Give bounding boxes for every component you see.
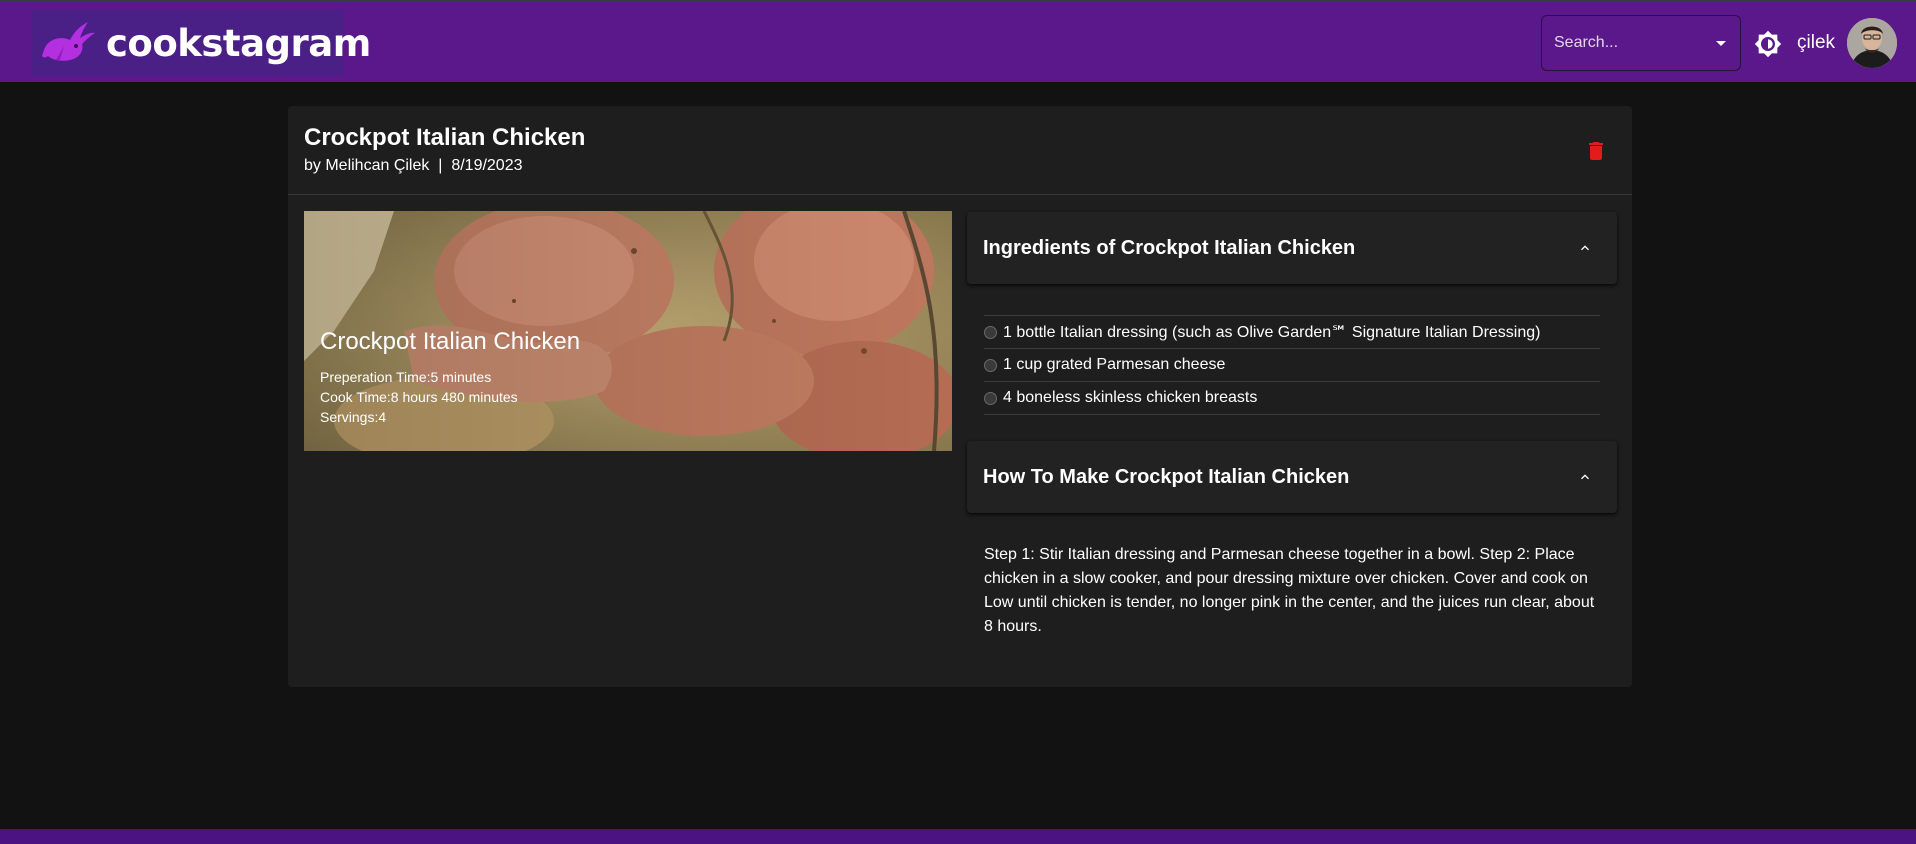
delete-button[interactable]	[1584, 139, 1608, 163]
dropdown-caret-icon[interactable]	[1716, 41, 1726, 46]
brand-name: cookstagram	[106, 22, 371, 65]
howto-heading: How To Make Crockpot Italian Chicken	[983, 466, 1350, 488]
cook-time: Cook Time:8 hours 480 minutes	[320, 389, 518, 405]
brand-logo[interactable]: cookstagram	[32, 10, 371, 76]
recipe-title: Crockpot Italian Chicken	[304, 124, 586, 151]
user-avatar-photo	[1847, 18, 1897, 68]
steps-text: Step 1: Stir Italian dressing and Parmes…	[984, 546, 1595, 635]
ingredient-text: 4 boneless skinless chicken breasts	[1003, 389, 1258, 406]
list-item: 1 cup grated Parmesan cheese	[984, 349, 1600, 382]
search-input[interactable]	[1554, 16, 1704, 70]
chevron-up-icon[interactable]	[1577, 469, 1593, 485]
bullet-icon	[984, 325, 997, 339]
username-label[interactable]: çilek	[1797, 32, 1835, 54]
bullet-icon	[984, 391, 997, 405]
chevron-up-icon[interactable]	[1577, 240, 1593, 256]
howto-accordion-header[interactable]: How To Make Crockpot Italian Chicken	[967, 441, 1617, 513]
ingredients-list: 1 bottle Italian dressing (such as Olive…	[984, 315, 1600, 415]
ingredient-text: 1 bottle Italian dressing (such as Olive…	[1003, 324, 1541, 341]
avatar[interactable]	[1847, 18, 1897, 68]
ingredient-text: 1 cup grated Parmesan cheese	[1003, 356, 1226, 373]
ingredients-heading: Ingredients of Crockpot Italian Chicken	[983, 237, 1356, 259]
footer-bar	[0, 829, 1916, 844]
rabbit-logo-icon	[42, 22, 95, 61]
app-bar: cookstagram çilek	[0, 0, 1916, 82]
bullet-icon	[984, 358, 997, 372]
recipe-subheader: by Melihcan Çilek | 8/19/2023	[304, 157, 523, 174]
ingredients-accordion-header[interactable]: Ingredients of Crockpot Italian Chicken	[967, 212, 1617, 284]
search-select[interactable]	[1541, 15, 1741, 71]
brightness-icon	[1754, 30, 1782, 58]
prep-time: Preperation Time:5 minutes	[320, 369, 492, 385]
recipe-card: Crockpot Italian Chicken by Melihcan Çil…	[288, 106, 1632, 687]
card-header: Crockpot Italian Chicken by Melihcan Çil…	[288, 106, 1632, 195]
list-item: 1 bottle Italian dressing (such as Olive…	[984, 316, 1600, 349]
trash-icon	[1589, 142, 1603, 160]
image-title: Crockpot Italian Chicken	[320, 328, 581, 355]
list-item: 4 boneless skinless chicken breasts	[984, 382, 1600, 415]
recipe-image: Crockpot Italian Chicken Preperation Tim…	[304, 211, 952, 451]
theme-toggle-button[interactable]	[1754, 30, 1782, 58]
servings: Servings:4	[320, 409, 387, 425]
